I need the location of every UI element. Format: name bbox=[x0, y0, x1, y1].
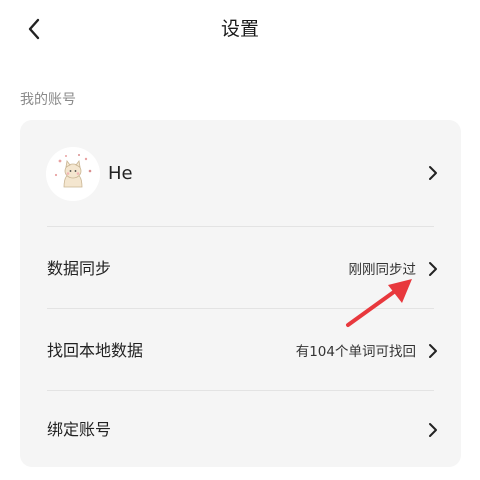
account-row[interactable]: He bbox=[20, 120, 461, 226]
recover-local-data-row[interactable]: 找回本地数据 有104个单词可找回 bbox=[20, 308, 461, 390]
bind-account-row[interactable]: 绑定账号 bbox=[20, 390, 461, 467]
section-label: 我的账号 bbox=[20, 92, 76, 108]
recoverable-words-text: 有104个单词可找回 bbox=[295, 344, 416, 360]
data-sync-row[interactable]: 数据同步 刚刚同步过 bbox=[20, 226, 461, 308]
account-settings-card: He 数据同步 刚刚同步过 找回本地数据 有104个单词可找回 绑定账号 bbox=[20, 120, 461, 467]
nav-bar: 设置 bbox=[0, 0, 480, 58]
chevron-right-icon bbox=[429, 262, 437, 276]
data-sync-label: 数据同步 bbox=[47, 259, 112, 278]
chevron-right-icon bbox=[429, 423, 437, 437]
chevron-right-icon bbox=[429, 166, 437, 180]
bind-account-label: 绑定账号 bbox=[47, 420, 112, 439]
chevron-right-icon bbox=[429, 344, 437, 358]
recover-local-data-label: 找回本地数据 bbox=[47, 341, 144, 360]
page-title: 设置 bbox=[220, 18, 259, 40]
avatar bbox=[46, 147, 100, 201]
username: He bbox=[108, 163, 133, 184]
sync-status-text: 刚刚同步过 bbox=[348, 262, 417, 278]
cat-avatar-icon bbox=[46, 147, 100, 201]
